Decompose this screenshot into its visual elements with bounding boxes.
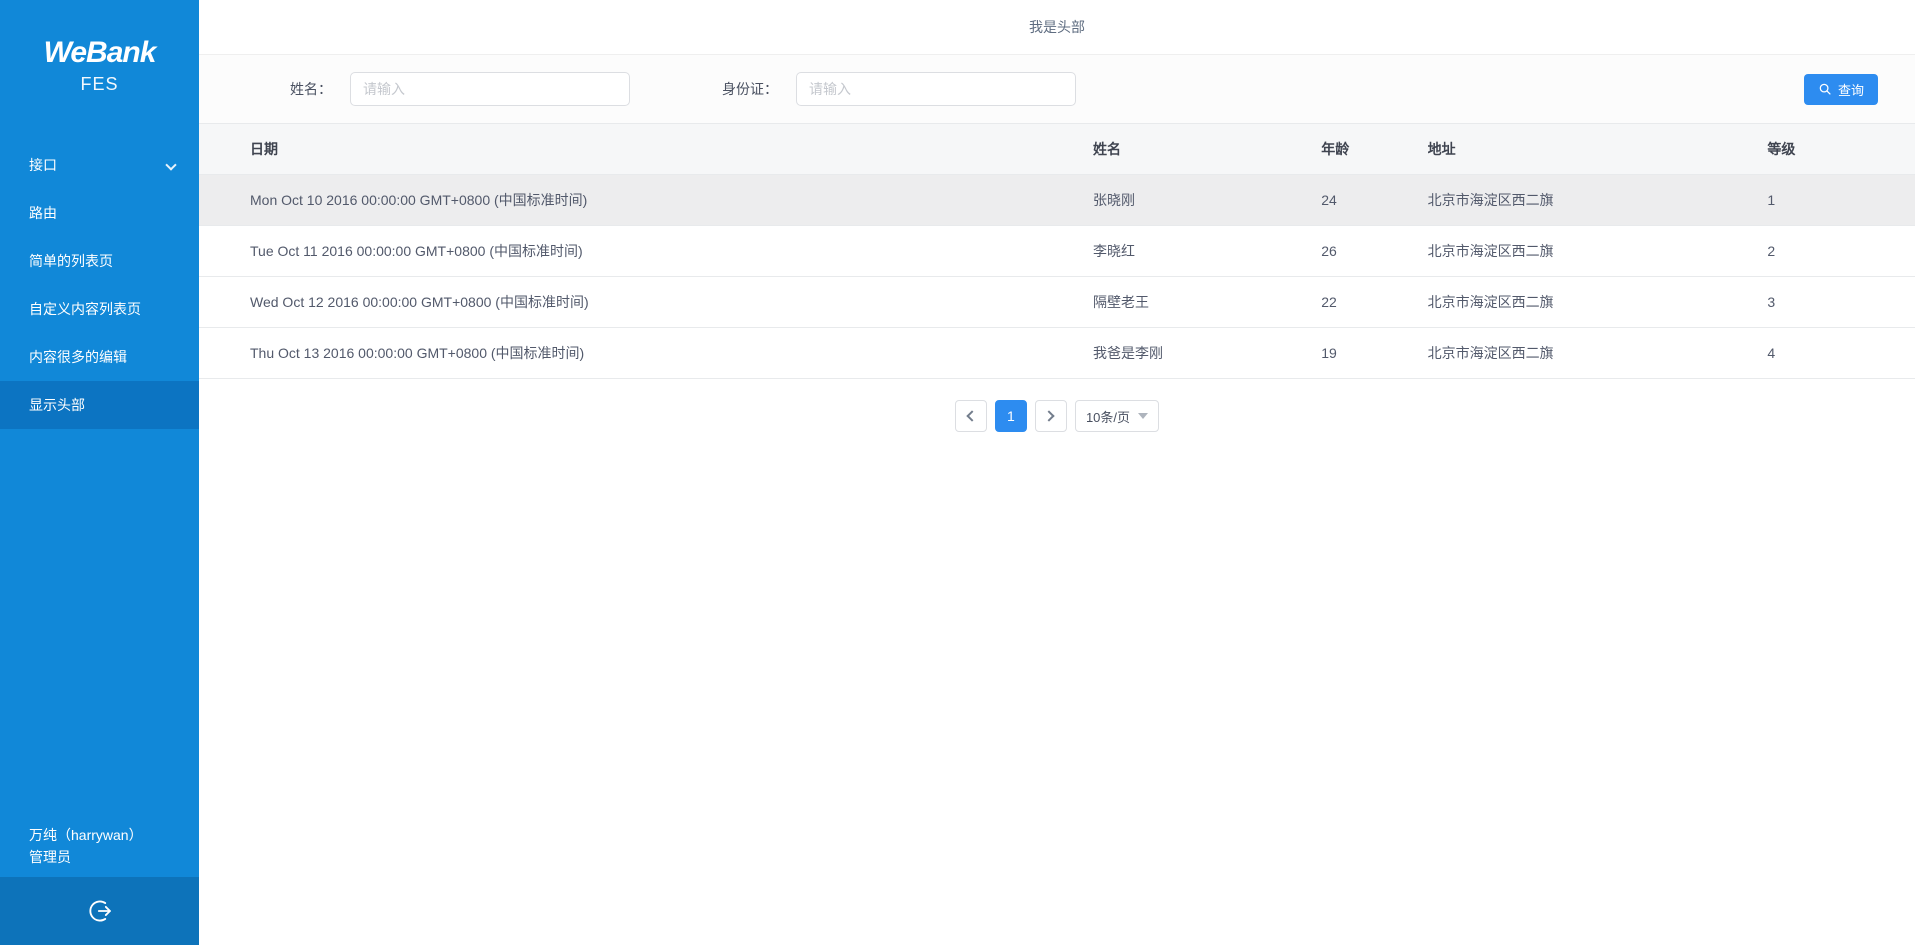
cell-address: 北京市海淀区西二旗 (1428, 175, 1768, 226)
name-label: 姓名： (290, 79, 332, 99)
logo-title: WeBank (0, 36, 199, 70)
logo-subtitle: FES (0, 74, 199, 95)
sidebar-item-api[interactable]: 接口 (0, 141, 199, 189)
cell-address: 北京市海淀区西二旗 (1428, 328, 1768, 379)
cell-date: Thu Oct 13 2016 00:00:00 GMT+0800 (中国标准时… (199, 328, 1093, 379)
sidebar-item-rich-edit[interactable]: 内容很多的编辑 (0, 333, 199, 381)
caret-down-icon (1138, 413, 1148, 419)
cell-address: 北京市海淀区西二旗 (1428, 277, 1768, 328)
page-size-value: 10条/页 (1086, 407, 1130, 426)
page-title: 我是头部 (1029, 17, 1085, 37)
app: WeBank FES 接口 路由 简单的列表页 自定义内容列表页 内容很多的编辑… (0, 0, 1915, 945)
query-button[interactable]: 查询 (1804, 74, 1878, 105)
query-button-label: 查询 (1838, 80, 1864, 99)
sidebar-item-label: 显示头部 (29, 397, 85, 413)
cell-age: 26 (1321, 226, 1427, 277)
column-header-date: 日期 (199, 124, 1093, 175)
prev-page-button[interactable] (955, 400, 987, 432)
page-size-select[interactable]: 10条/页 (1075, 400, 1159, 432)
sidebar-item-label: 自定义内容列表页 (29, 301, 141, 317)
table-header-row: 日期 姓名 年龄 地址 等级 (199, 124, 1915, 175)
cell-name: 隔壁老王 (1093, 277, 1321, 328)
sidebar-item-show-header[interactable]: 显示头部 (0, 381, 199, 429)
cell-age: 24 (1321, 175, 1427, 226)
page-header: 我是头部 (199, 0, 1915, 55)
sidebar-item-custom-list[interactable]: 自定义内容列表页 (0, 285, 199, 333)
table-row[interactable]: Mon Oct 10 2016 00:00:00 GMT+0800 (中国标准时… (199, 175, 1915, 226)
sidebar-item-simple-list[interactable]: 简单的列表页 (0, 237, 199, 285)
user-block: 万纯（harrywan） 管理员 (0, 824, 199, 868)
logo: WeBank FES (0, 0, 199, 141)
cell-name: 李晓红 (1093, 226, 1321, 277)
id-input[interactable] (796, 72, 1076, 106)
table-row[interactable]: Wed Oct 12 2016 00:00:00 GMT+0800 (中国标准时… (199, 277, 1915, 328)
cell-level: 4 (1767, 328, 1915, 379)
id-label: 身份证： (722, 79, 778, 99)
cell-name: 张晓刚 (1093, 175, 1321, 226)
logout-icon[interactable] (84, 895, 116, 927)
sidebar-footer (0, 877, 199, 945)
column-header-age: 年龄 (1321, 124, 1427, 175)
user-role: 管理员 (29, 846, 199, 868)
next-page-button[interactable] (1035, 400, 1067, 432)
main-content: 我是头部 姓名： 身份证： 查询 日期 姓名 (199, 0, 1915, 945)
sidebar-item-label: 路由 (29, 205, 57, 221)
column-header-address: 地址 (1428, 124, 1768, 175)
cell-age: 19 (1321, 328, 1427, 379)
cell-level: 1 (1767, 175, 1915, 226)
table-row[interactable]: Tue Oct 11 2016 00:00:00 GMT+0800 (中国标准时… (199, 226, 1915, 277)
sidebar: WeBank FES 接口 路由 简单的列表页 自定义内容列表页 内容很多的编辑… (0, 0, 199, 945)
search-bar: 姓名： 身份证： 查询 (199, 55, 1915, 123)
table-row[interactable]: Thu Oct 13 2016 00:00:00 GMT+0800 (中国标准时… (199, 328, 1915, 379)
sidebar-item-label: 简单的列表页 (29, 253, 113, 269)
page-number-button[interactable]: 1 (995, 400, 1027, 432)
cell-level: 3 (1767, 277, 1915, 328)
chevron-right-icon (1044, 410, 1055, 421)
sidebar-item-label: 内容很多的编辑 (29, 349, 127, 365)
cell-date: Mon Oct 10 2016 00:00:00 GMT+0800 (中国标准时… (199, 175, 1093, 226)
column-header-name: 姓名 (1093, 124, 1321, 175)
user-name: 万纯（harrywan） (29, 824, 199, 846)
cell-level: 2 (1767, 226, 1915, 277)
chevron-down-icon (165, 159, 176, 170)
sidebar-menu: 接口 路由 简单的列表页 自定义内容列表页 内容很多的编辑 显示头部 (0, 141, 199, 429)
name-input[interactable] (350, 72, 630, 106)
cell-address: 北京市海淀区西二旗 (1428, 226, 1768, 277)
chevron-left-icon (967, 410, 978, 421)
cell-date: Tue Oct 11 2016 00:00:00 GMT+0800 (中国标准时… (199, 226, 1093, 277)
data-table: 日期 姓名 年龄 地址 等级 Mon Oct 10 2016 00:00:00 … (199, 123, 1915, 379)
column-header-level: 等级 (1767, 124, 1915, 175)
cell-age: 22 (1321, 277, 1427, 328)
search-icon (1818, 82, 1832, 96)
cell-name: 我爸是李刚 (1093, 328, 1321, 379)
sidebar-item-label: 接口 (29, 157, 57, 173)
pagination: 1 10条/页 (199, 400, 1915, 432)
cell-date: Wed Oct 12 2016 00:00:00 GMT+0800 (中国标准时… (199, 277, 1093, 328)
sidebar-item-route[interactable]: 路由 (0, 189, 199, 237)
